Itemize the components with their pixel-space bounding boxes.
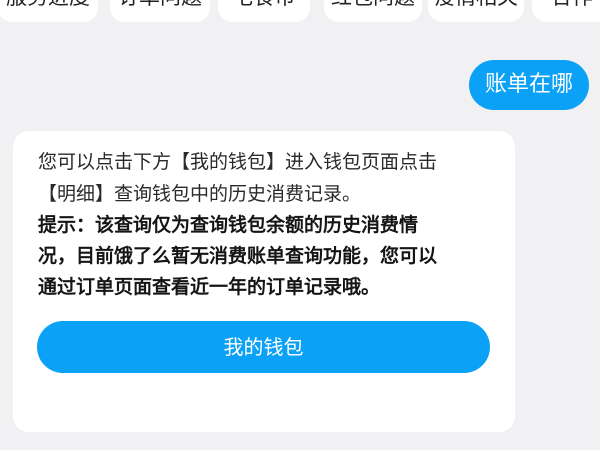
bot-reply-line: 您可以点击下方【我的钱包】进入钱包页面点击 bbox=[38, 151, 438, 173]
bot-reply-line: 【明细】查询钱包中的历史消费记录。 bbox=[38, 183, 362, 205]
quick-topic-chip[interactable]: 红包问题 bbox=[324, 0, 422, 22]
bot-tip-line: 况，目前饿了么暂无消费账单查询功能，您可以 bbox=[38, 245, 438, 267]
chip-label: 服务进度 bbox=[0, 0, 98, 12]
bot-tip-line: 提示：该查询仅为查询钱包余额的历史消费情 bbox=[38, 214, 419, 236]
quick-topic-chip[interactable]: 订单问题 bbox=[110, 0, 210, 22]
user-message-text: 账单在哪 bbox=[484, 72, 573, 97]
chip-label: 合作 bbox=[532, 0, 600, 12]
user-message-bubble: 账单在哪 bbox=[468, 60, 589, 110]
quick-topic-chip[interactable]: 宅食币 bbox=[218, 0, 310, 22]
my-wallet-button[interactable]: 我的钱包 bbox=[37, 321, 490, 373]
chip-label: 订单问题 bbox=[110, 0, 210, 12]
bot-reply-card: 您可以点击下方【我的钱包】进入钱包页面点击 【明细】查询钱包中的历史消费记录。 … bbox=[13, 131, 515, 432]
quick-topic-chip[interactable]: 疫情相关 bbox=[428, 0, 524, 22]
quick-topic-chip[interactable]: 服务进度 bbox=[0, 0, 98, 22]
chip-label: 疫情相关 bbox=[428, 0, 524, 12]
quick-topic-chip[interactable]: 合作 bbox=[532, 0, 600, 22]
bot-tip-line: 通过订单页面查看近一年的订单记录哦。 bbox=[38, 276, 381, 298]
chip-label: 红包问题 bbox=[324, 0, 422, 12]
chip-label: 宅食币 bbox=[218, 0, 310, 12]
quick-topic-chips: 服务进度 订单问题 宅食币 红包问题 疫情相关 合作 bbox=[0, 0, 600, 22]
